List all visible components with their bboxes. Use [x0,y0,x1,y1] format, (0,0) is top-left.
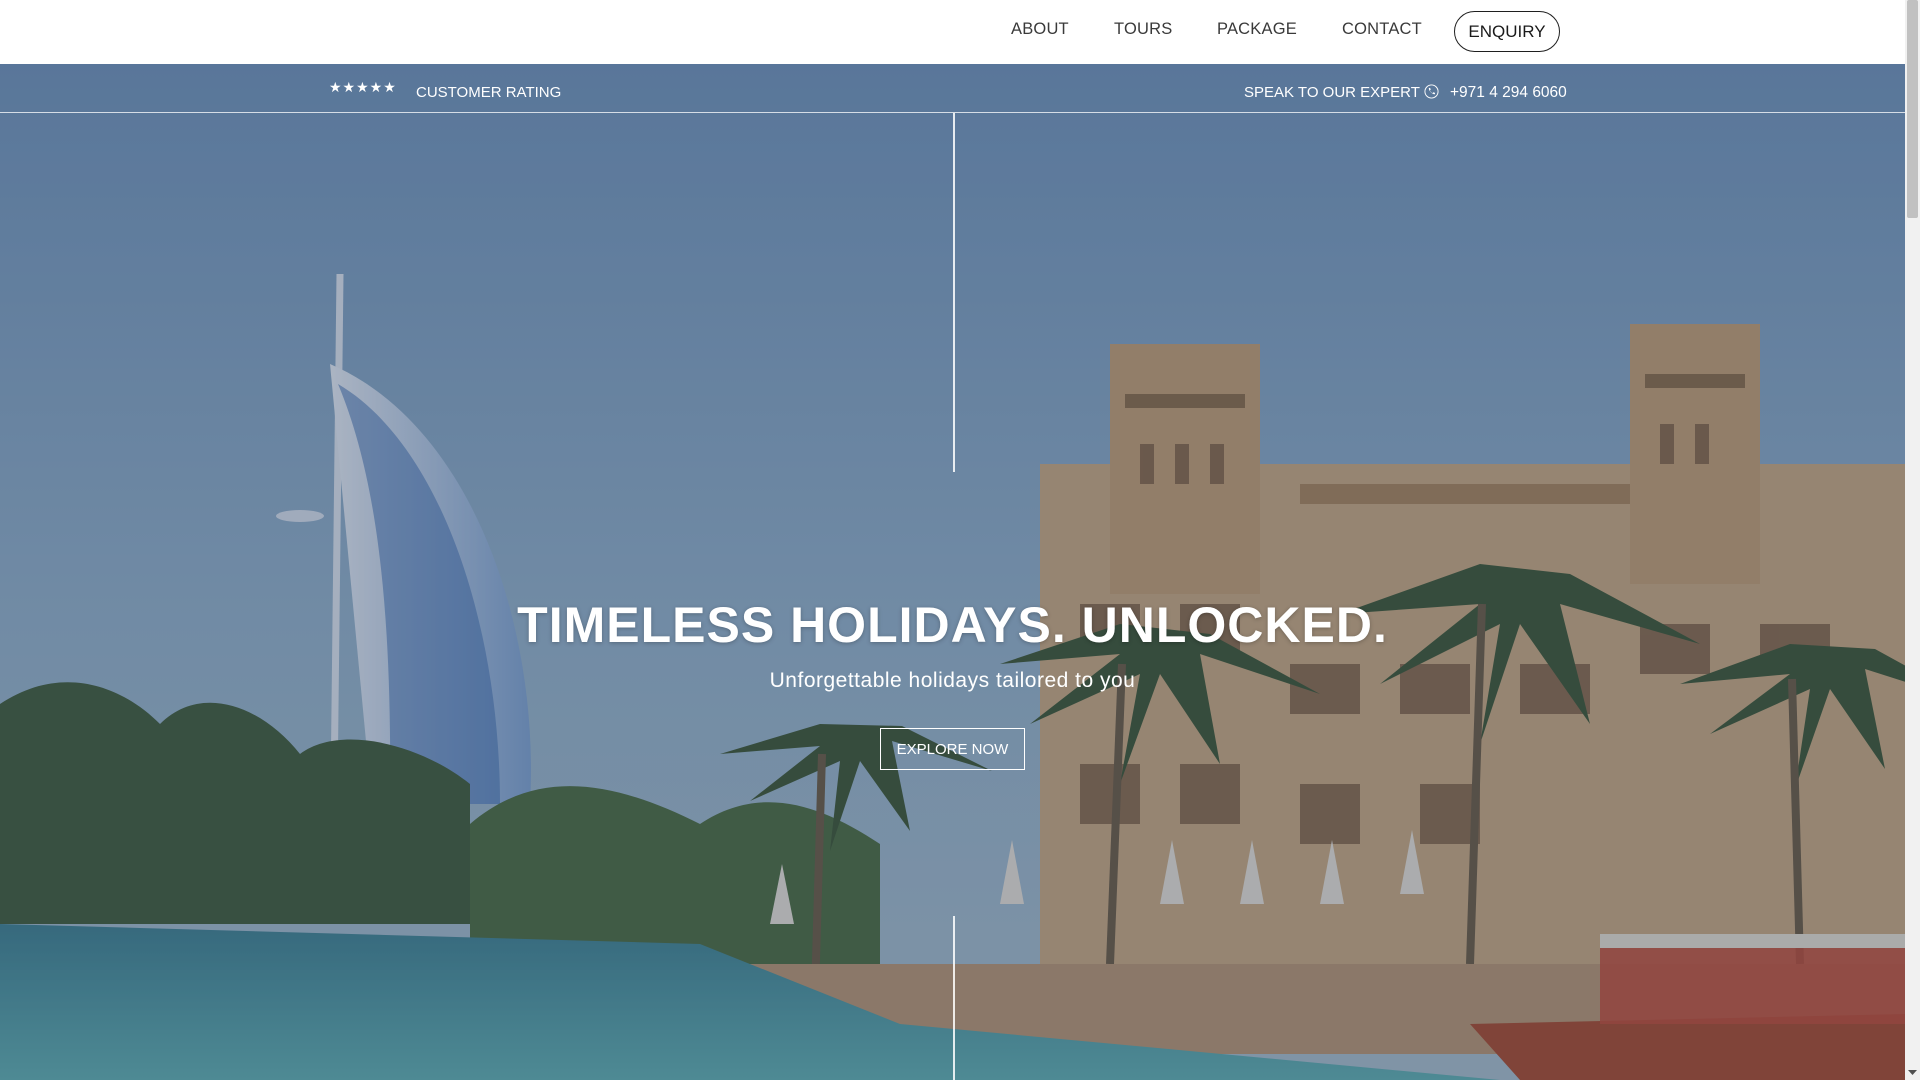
speak-to-expert-label: SPEAK TO OUR EXPERT [1244,84,1420,101]
hero-section: ★★★★★ CUSTOMER RATING SPEAK TO OUR EXPER… [0,64,1905,1080]
nav-tours-link[interactable]: TOURS [1114,20,1172,39]
phone-number-link[interactable]: +971 4 294 6060 [1450,84,1567,102]
customer-rating-label: CUSTOMER RATING [416,84,562,101]
hero-subheadline: Unforgettable holidays tailored to you [769,669,1136,692]
page-scrollbar[interactable] [1905,0,1920,1080]
info-bar: ★★★★★ CUSTOMER RATING SPEAK TO OUR EXPER… [0,64,1905,113]
divider-line-bottom [953,916,955,1080]
nav-about-link[interactable]: ABOUT [1011,20,1069,39]
hero-headline: TIMELESS HOLIDAYS. UNLOCKED. [517,597,1388,653]
nav-contact-link[interactable]: CONTACT [1342,20,1422,39]
explore-now-button[interactable]: EXPLORE NOW [880,728,1025,770]
star-icon-rating: ★★★★★ [329,80,397,96]
top-navigation: ABOUT TOURS PACKAGE CONTACT ENQUIRY [0,0,1905,64]
scroll-down-arrow-icon[interactable] [1905,1065,1920,1080]
enquiry-button[interactable]: ENQUIRY [1454,11,1560,52]
scrollbar-thumb[interactable] [1907,0,1918,218]
phone-icon [1424,84,1439,99]
nav-package-link[interactable]: PACKAGE [1217,20,1297,39]
divider-line-top [953,113,955,472]
